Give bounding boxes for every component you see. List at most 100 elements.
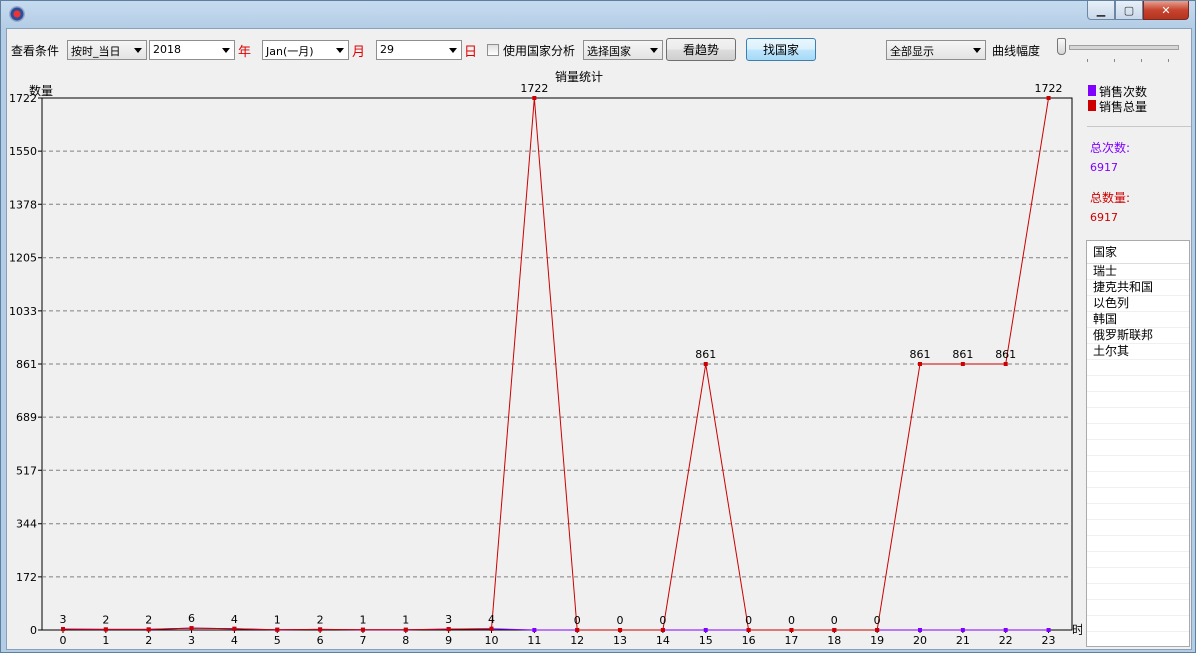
data-label: 861 <box>910 348 931 361</box>
data-label: 0 <box>745 614 752 627</box>
x-tick-label: 10 <box>485 634 499 647</box>
series-point-1 <box>960 362 965 366</box>
series-point-1 <box>232 626 237 631</box>
data-label: 861 <box>995 348 1016 361</box>
country-list-item[interactable]: 韩国 <box>1087 312 1189 328</box>
country-list-item[interactable]: 以色列 <box>1087 296 1189 312</box>
country-list-empty-row <box>1087 600 1189 616</box>
data-label: 861 <box>695 348 716 361</box>
day-label: 日 <box>464 45 478 60</box>
data-label: 1 <box>274 614 281 627</box>
country-list-item[interactable]: 瑞士 <box>1087 264 1189 280</box>
y-axis-label: 数量 <box>29 83 53 98</box>
series-point-1 <box>1003 362 1008 366</box>
day-combo[interactable]: 29 <box>376 40 462 60</box>
country-list-empty-row <box>1087 456 1189 472</box>
chevron-down-icon <box>134 48 142 53</box>
x-tick-label: 23 <box>1042 634 1056 647</box>
y-tick-label: 172 <box>16 571 37 584</box>
series-point-1 <box>403 627 408 632</box>
country-analysis-label[interactable]: 使用国家分析 <box>503 42 575 59</box>
client-area: 查看条件 按时_当日 2018 年 Jan(一月) 月 29 日 使用国家分析 … <box>6 28 1192 650</box>
y-tick-label: 0 <box>30 624 37 637</box>
year-label: 年 <box>238 45 252 60</box>
data-label: 1722 <box>520 82 548 95</box>
country-list-empty-row <box>1087 392 1189 408</box>
country-list-empty-row <box>1087 424 1189 440</box>
data-label: 0 <box>659 614 666 627</box>
app-icon <box>9 6 25 22</box>
country-select-value: 选择国家 <box>587 45 631 58</box>
curve-amplitude-label: 曲线幅度 <box>992 44 1041 58</box>
slider-tick <box>1114 59 1115 62</box>
x-tick-label: 9 <box>445 634 452 647</box>
maximize-icon: ▢ <box>1123 3 1135 17</box>
country-list-empty-row <box>1087 408 1189 424</box>
y-tick-label: 689 <box>16 411 37 424</box>
x-axis-label: 时 <box>1072 623 1082 637</box>
x-tick-label: 14 <box>656 634 670 647</box>
data-label: 1722 <box>1035 82 1063 95</box>
series-point-1 <box>575 628 580 632</box>
trend-button[interactable]: 看趋势 <box>666 38 736 61</box>
x-tick-label: 15 <box>699 634 713 647</box>
series-point-0 <box>1003 628 1008 632</box>
maximize-button[interactable]: ▢ <box>1115 1 1143 20</box>
mode-combo[interactable]: 按时_当日 <box>67 40 147 60</box>
mode-combo-value: 按时_当日 <box>71 45 121 58</box>
data-label: 1 <box>402 614 409 627</box>
close-button[interactable]: ✕ <box>1143 1 1189 20</box>
month-combo[interactable]: Jan(一月) <box>262 40 349 60</box>
series-point-0 <box>703 628 708 632</box>
series-point-1 <box>832 628 837 632</box>
x-tick-label: 19 <box>870 634 884 647</box>
series-point-1 <box>875 628 880 632</box>
year-combo[interactable]: 2018 <box>149 40 235 60</box>
series-point-0 <box>918 628 922 632</box>
country-list-header[interactable]: 国家 <box>1087 241 1189 264</box>
chevron-down-icon <box>336 48 344 53</box>
x-tick-label: 0 <box>60 634 67 647</box>
total-times-value: 6917 <box>1090 161 1118 174</box>
data-label: 4 <box>488 613 495 626</box>
country-list-item[interactable]: 捷克共和国 <box>1087 280 1189 296</box>
display-combo[interactable]: 全部显示 <box>886 40 986 60</box>
series-point-1 <box>618 628 623 632</box>
title-bar[interactable]: ▁ ▢ ✕ <box>1 1 1195 27</box>
country-analysis-checkbox[interactable] <box>487 44 499 56</box>
chevron-down-icon <box>650 48 658 53</box>
sales-chart: 0172344517689861103312051378155017220 1 2 3… <box>9 70 1082 647</box>
total-qty-label: 总数量: <box>1090 191 1131 205</box>
country-list[interactable]: 国家 瑞士 捷克共和国 以色列 韩国 俄罗斯联邦 土尔其 <box>1086 240 1190 647</box>
y-tick-label: 1205 <box>9 252 37 265</box>
find-country-button[interactable]: 找国家 <box>746 38 816 61</box>
series-point-1 <box>103 627 108 632</box>
data-label: 6 <box>188 612 195 625</box>
country-list-item[interactable]: 俄罗斯联邦 <box>1087 328 1189 344</box>
data-label: 4 <box>231 613 238 626</box>
x-tick-label: 4 <box>231 634 238 647</box>
x-tick-label: 16 <box>742 634 756 647</box>
y-tick-label: 861 <box>16 358 37 371</box>
chevron-down-icon <box>222 48 230 53</box>
curve-amplitude-slider-thumb[interactable] <box>1057 38 1066 55</box>
month-combo-value: Jan(一月) <box>266 45 314 58</box>
x-tick-label: 21 <box>956 634 970 647</box>
side-divider <box>1087 126 1191 127</box>
y-tick-label: 344 <box>16 518 37 531</box>
slider-tick <box>1087 59 1088 62</box>
country-list-item[interactable]: 土尔其 <box>1087 344 1189 360</box>
country-list-empty-row <box>1087 504 1189 520</box>
data-label: 861 <box>952 348 973 361</box>
curve-amplitude-slider-track[interactable] <box>1069 45 1179 50</box>
series-point-0 <box>1046 628 1051 632</box>
display-combo-value: 全部显示 <box>890 45 934 58</box>
legend-label-sales-total: 销售总量 <box>1099 100 1148 114</box>
minimize-button[interactable]: ▁ <box>1087 1 1115 20</box>
country-list-empty-row <box>1087 536 1189 552</box>
series-point-1 <box>532 96 537 100</box>
country-select-combo[interactable]: 选择国家 <box>583 40 663 60</box>
country-list-empty-row <box>1087 632 1189 646</box>
x-tick-label: 2 <box>145 634 152 647</box>
data-label: 0 <box>574 614 581 627</box>
